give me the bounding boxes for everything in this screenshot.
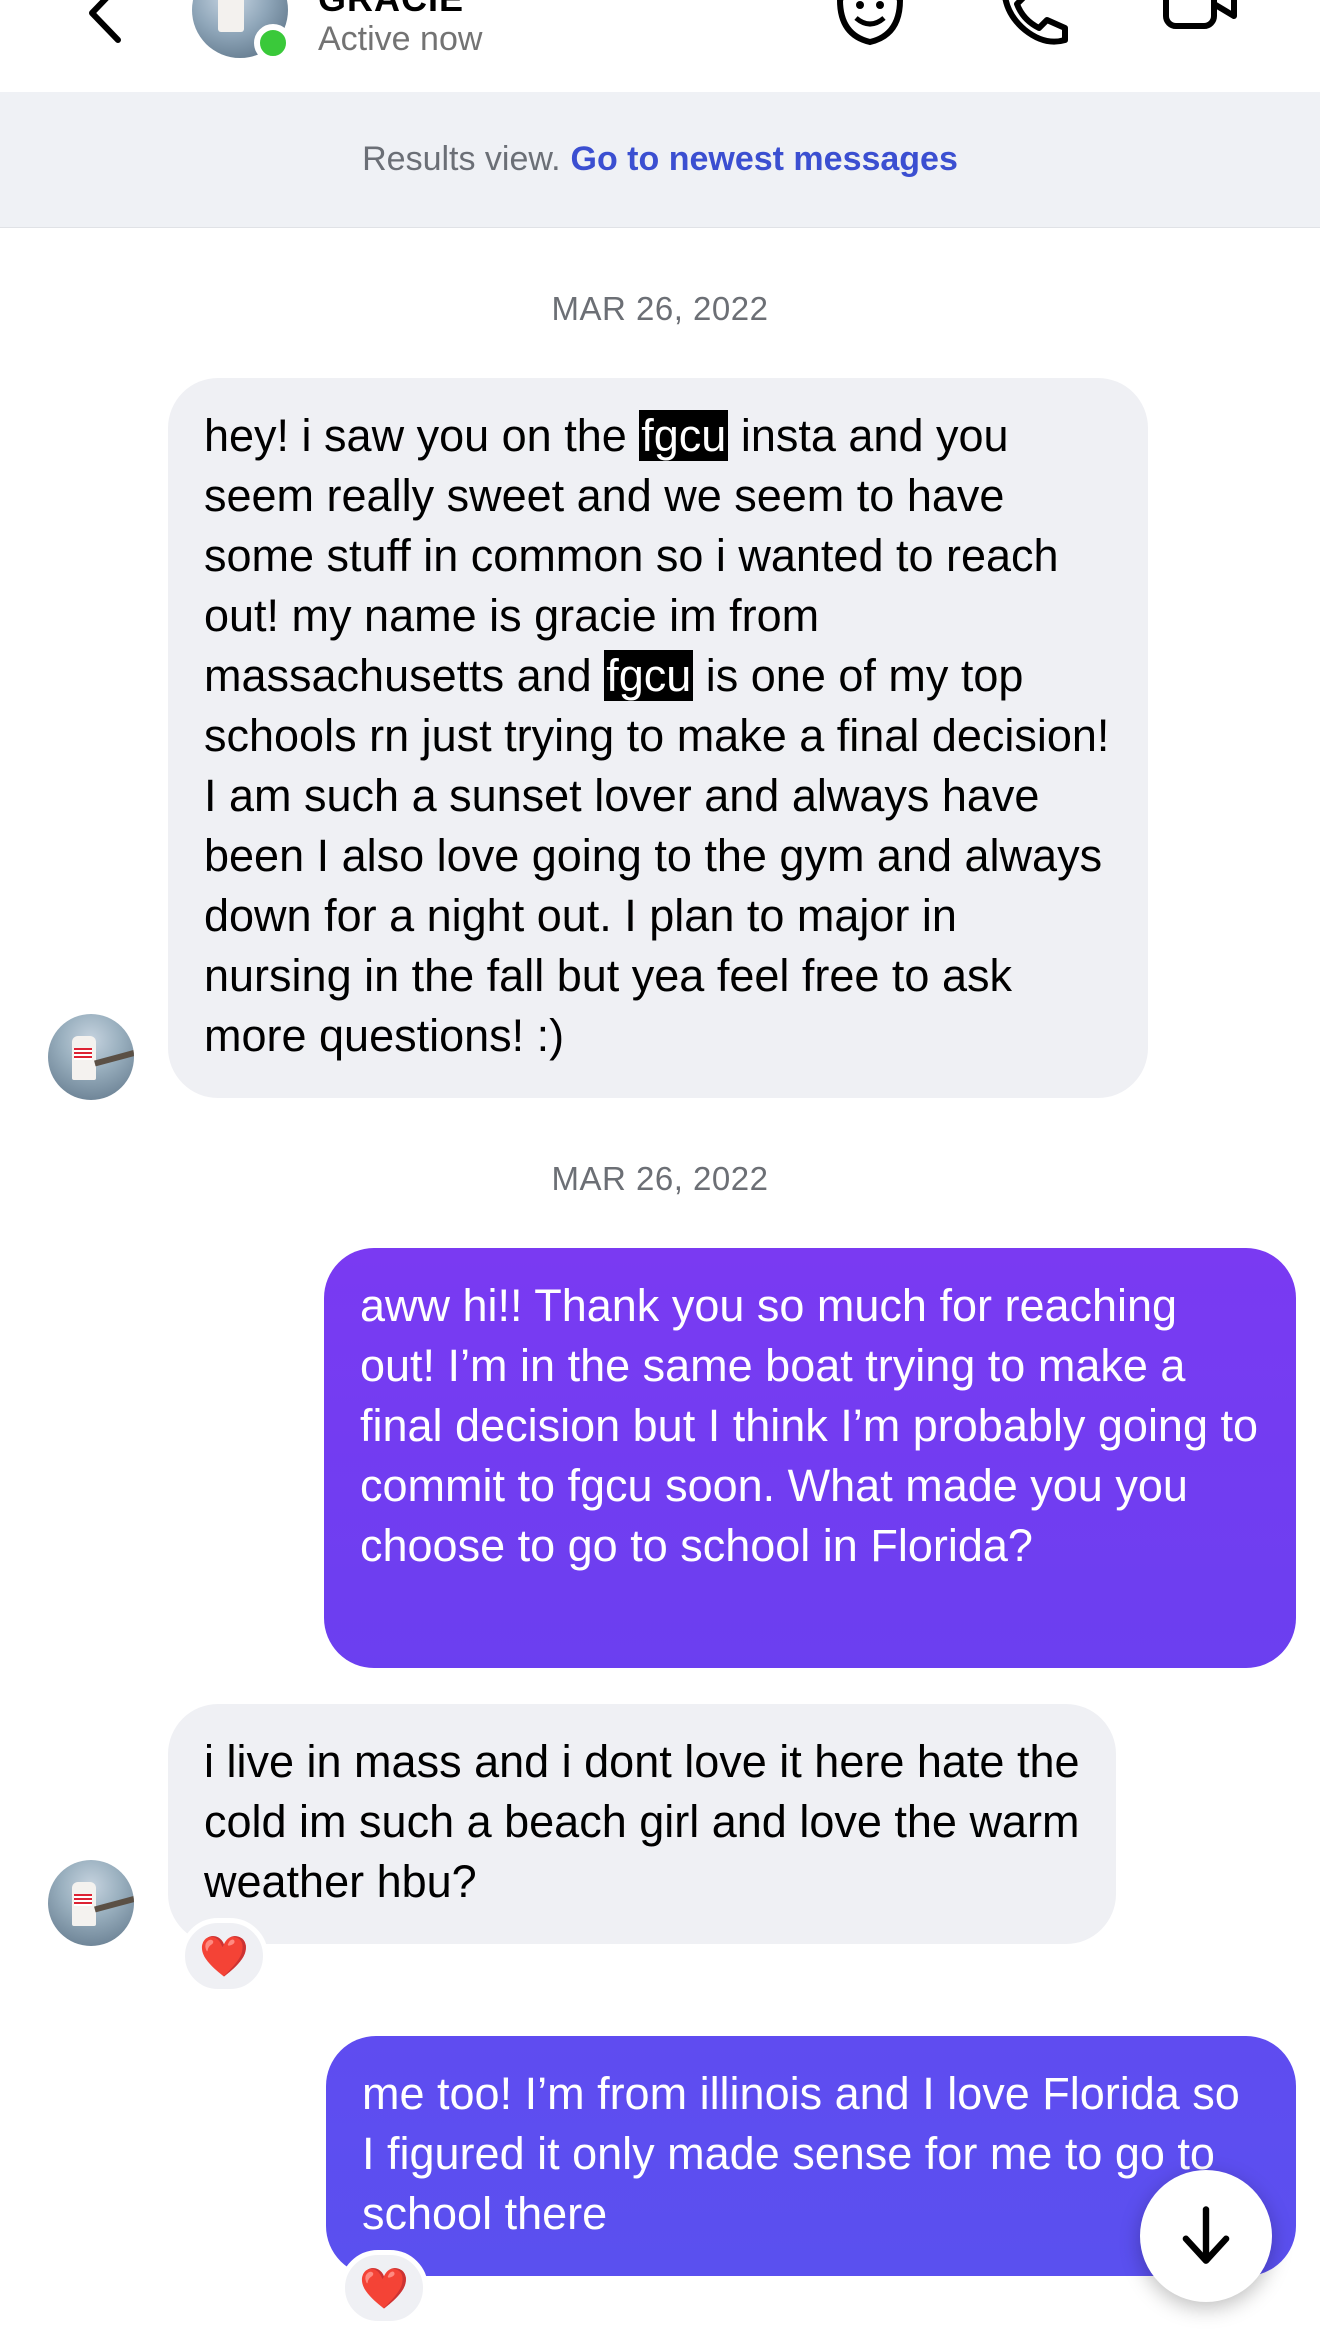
contact-status: Active now xyxy=(318,20,483,58)
incoming-message-bubble[interactable]: hey! i saw you on the fgcu insta and you… xyxy=(168,378,1148,1098)
date-separator: MAR 26, 2022 xyxy=(551,1160,769,1197)
search-highlight: fgcu xyxy=(639,410,729,461)
heart-reaction-icon[interactable]: ❤️ xyxy=(340,2250,428,2326)
incoming-message-bubble[interactable]: i live in mass and i dont love it here h… xyxy=(168,1704,1116,1944)
heart-reaction-icon[interactable]: ❤️ xyxy=(180,1918,268,1994)
online-indicator xyxy=(254,24,292,62)
scroll-to-bottom-button[interactable] xyxy=(1140,2170,1272,2302)
date-separator: MAR 26, 2022 xyxy=(551,290,769,327)
arrow-down-icon xyxy=(1182,2206,1230,2264)
outgoing-message-bubble[interactable]: aww hi!! Thank you so much for reaching … xyxy=(324,1248,1296,1668)
message-text: is one of my top schools rn just trying … xyxy=(204,650,1110,1061)
go-to-newest-link[interactable]: Go to newest messages xyxy=(571,140,958,179)
results-view-label: Results view. xyxy=(362,140,561,178)
sender-avatar[interactable] xyxy=(48,1860,134,1946)
phone-icon[interactable] xyxy=(995,0,1075,50)
back-chevron-icon[interactable] xyxy=(80,0,130,48)
chat-header: GRACIE Active now xyxy=(0,0,1320,92)
sender-avatar[interactable] xyxy=(48,1014,134,1100)
search-highlight: fgcu xyxy=(604,650,694,701)
results-view-banner: Results view. Go to newest messages xyxy=(0,92,1320,228)
contact-name[interactable]: GRACIE xyxy=(318,0,464,20)
message-text: hey! i saw you on the xyxy=(204,410,640,461)
video-icon[interactable] xyxy=(1160,0,1240,50)
sticker-icon[interactable] xyxy=(830,0,910,50)
